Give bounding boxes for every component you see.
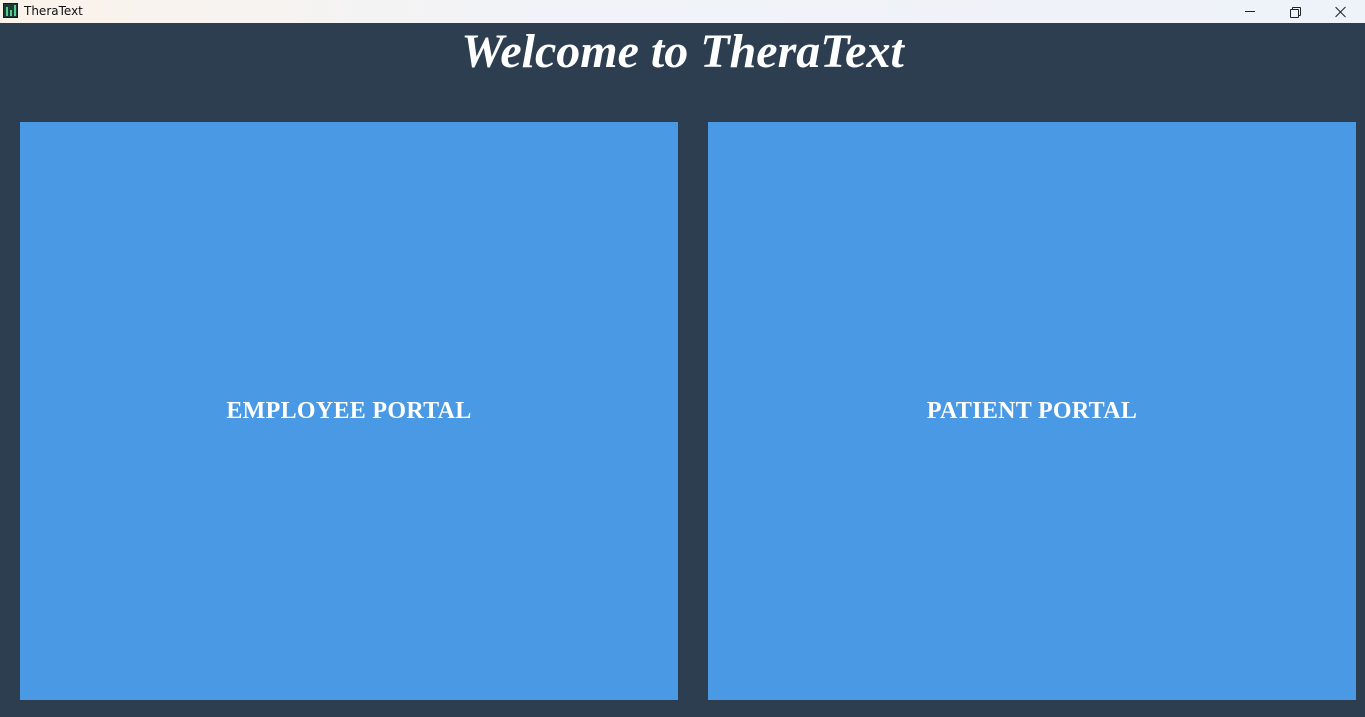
employee-portal-button[interactable]: EMPLOYEE PORTAL xyxy=(20,122,678,700)
close-button[interactable] xyxy=(1318,0,1364,23)
maximize-button[interactable] xyxy=(1272,0,1318,23)
page-title: Welcome to TheraText xyxy=(461,25,904,78)
patient-portal-label: PATIENT PORTAL xyxy=(926,397,1138,424)
app-icon xyxy=(3,3,18,18)
close-icon xyxy=(1335,6,1347,18)
window-title: TheraText xyxy=(24,4,83,18)
employee-portal-label: EMPLOYEE PORTAL xyxy=(226,397,472,424)
minimize-icon xyxy=(1245,11,1255,12)
minimize-button[interactable] xyxy=(1227,0,1273,23)
patient-portal-button[interactable]: PATIENT PORTAL xyxy=(708,122,1356,700)
window-titlebar[interactable]: TheraText xyxy=(0,0,1365,23)
restore-icon xyxy=(1290,6,1301,18)
